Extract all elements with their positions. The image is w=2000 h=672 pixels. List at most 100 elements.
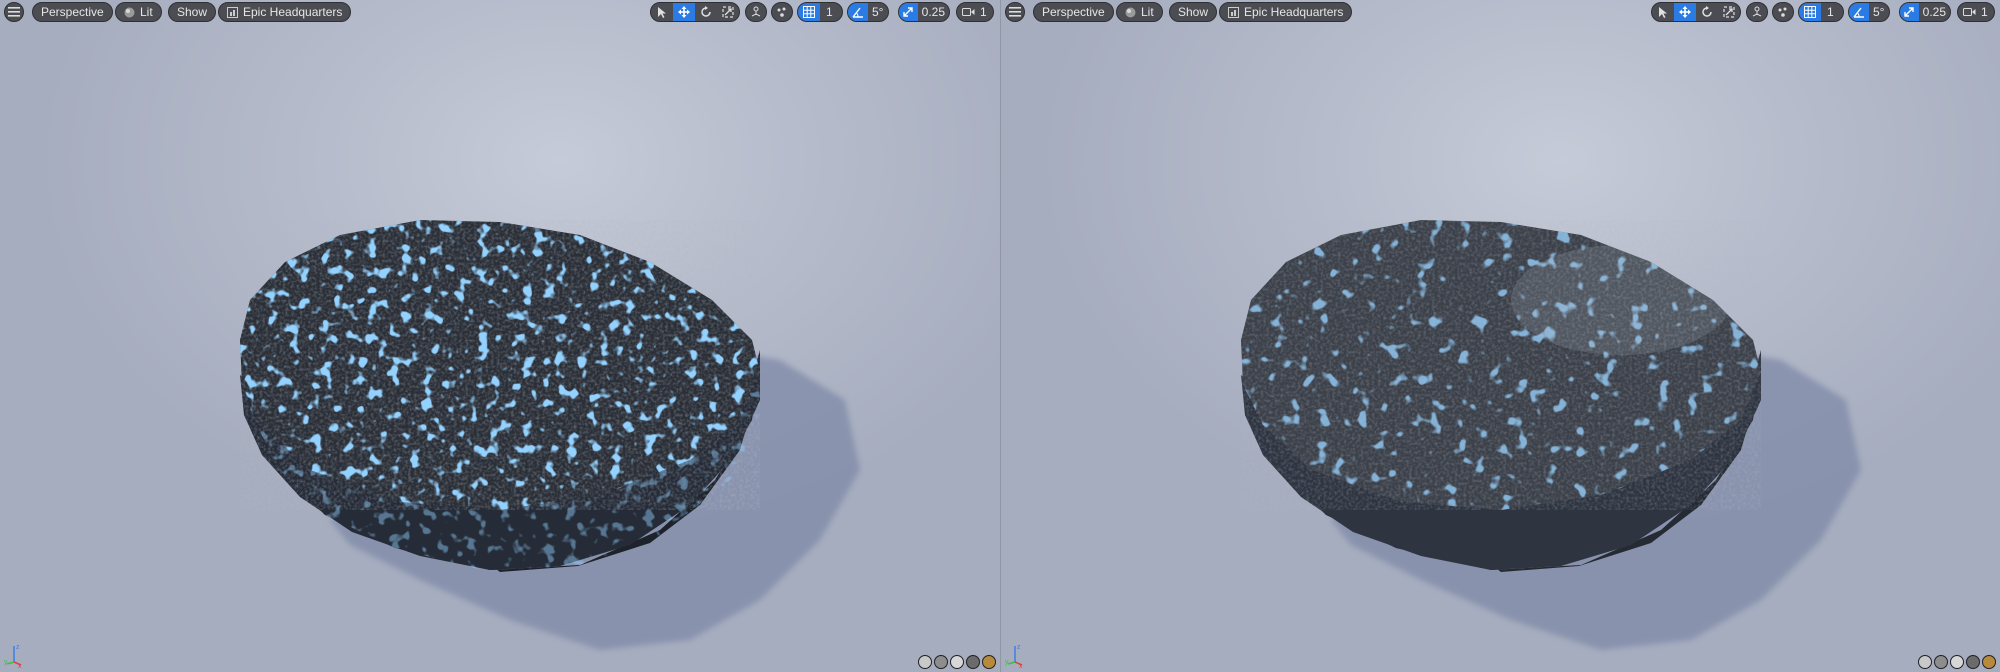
editor-viewports: Perspective Lit Show Epic Headquarters 1: [0, 0, 2000, 672]
rotate-tool-button[interactable]: [1696, 3, 1718, 21]
move-icon: [1679, 6, 1691, 18]
level-button[interactable]: Epic Headquarters: [1219, 2, 1353, 22]
viewport-menu-button[interactable]: [4, 2, 24, 22]
material-ball-icon: [950, 655, 964, 669]
scale-snap-group[interactable]: 0.25: [1899, 2, 1951, 22]
hamburger-menu-icon: [1009, 7, 1021, 17]
perspective-button[interactable]: Perspective: [32, 2, 113, 22]
realtime-indicators: [918, 655, 996, 669]
material-ball-icon: [1918, 655, 1932, 669]
grid-snap-toggle[interactable]: [1799, 3, 1821, 21]
specular-highlight: [1511, 245, 1731, 355]
axis-y-label: y: [4, 659, 8, 666]
select-icon: [1659, 6, 1667, 18]
viewport-right[interactable]: Perspective Lit Show Epic Headquarters 1: [1000, 0, 2000, 672]
camera-speed-button[interactable]: 1: [956, 2, 994, 22]
surface-snap-icon: [1778, 7, 1787, 17]
select-tool-button[interactable]: [1652, 3, 1674, 21]
transform-tools: [650, 2, 740, 22]
rotate-icon: [701, 6, 711, 17]
grid-snap-group[interactable]: 1: [797, 2, 843, 22]
grid-snap-group[interactable]: 1: [1798, 2, 1844, 22]
surface-snap-toggle[interactable]: [771, 2, 793, 22]
move-tool-button[interactable]: [1674, 3, 1696, 21]
material-ball-icon: [982, 655, 996, 669]
lit-mode-button[interactable]: Lit: [115, 2, 162, 22]
lit-mode-button[interactable]: Lit: [1116, 2, 1163, 22]
viewport-left[interactable]: Perspective Lit Show Epic Headquarters 1: [0, 0, 1000, 672]
grid-snap-toggle[interactable]: [798, 3, 820, 21]
level-icon: [1228, 6, 1239, 18]
grid-snap-icon: [803, 6, 815, 18]
show-label: Show: [1178, 5, 1209, 19]
select-tool-button[interactable]: [651, 3, 673, 21]
material-ball-icon: [918, 655, 932, 669]
scale-snap-value[interactable]: 0.25: [918, 5, 949, 19]
surface-snap-toggle[interactable]: [1772, 2, 1794, 22]
level-label: Epic Headquarters: [243, 5, 343, 19]
camera-speed-value: 1: [980, 5, 987, 19]
lit-label: Lit: [1141, 5, 1154, 19]
material-ball-icon: [1966, 655, 1980, 669]
level-button[interactable]: Epic Headquarters: [218, 2, 352, 22]
material-ball-icon: [1950, 655, 1964, 669]
lit-label: Lit: [140, 5, 153, 19]
lit-sphere-icon: [124, 7, 135, 17]
hamburger-menu-icon: [8, 7, 20, 17]
camera-speed-icon: [1963, 8, 1976, 16]
scale-snap-toggle[interactable]: [899, 3, 918, 21]
scale-snap-icon: [903, 7, 914, 17]
grid-snap-value[interactable]: 1: [820, 5, 839, 19]
camera-speed-value: 1: [1981, 5, 1988, 19]
scale-snap-group[interactable]: 0.25: [898, 2, 950, 22]
scale-tool-button[interactable]: [1718, 3, 1740, 21]
scene-render-right[interactable]: [1001, 0, 2000, 672]
scale-tool-button[interactable]: [717, 3, 739, 21]
scale-icon: [722, 6, 734, 18]
rotate-tool-button[interactable]: [695, 3, 717, 21]
show-button[interactable]: Show: [1169, 2, 1218, 22]
angle-snap-group[interactable]: 5°: [1848, 2, 1890, 22]
surface-snap-icon: [777, 7, 786, 17]
transform-tools: [1651, 2, 1741, 22]
axis-gizmo-icon: z y x: [1005, 644, 1023, 668]
material-ball-icon: [966, 655, 980, 669]
scale-snap-icon: [1904, 7, 1915, 17]
angle-snap-value[interactable]: 5°: [1869, 5, 1888, 19]
level-icon: [227, 6, 238, 18]
camera-speed-icon: [962, 8, 975, 16]
viewport-toolbar-right: Perspective Lit Show Epic Headquarters 1: [1001, 2, 2000, 22]
material-ball-icon: [1982, 655, 1996, 669]
move-icon: [678, 6, 690, 18]
world-local-toggle[interactable]: [745, 2, 767, 22]
axis-gizmo-icon: z y x: [4, 644, 22, 668]
rotate-icon: [1702, 6, 1712, 17]
world-local-icon: [1752, 6, 1762, 17]
angle-snap-value[interactable]: 5°: [868, 5, 887, 19]
scale-snap-value[interactable]: 0.25: [1919, 5, 1950, 19]
level-label: Epic Headquarters: [1244, 5, 1344, 19]
select-icon: [658, 6, 666, 18]
viewport-menu-button[interactable]: [1005, 2, 1025, 22]
angle-snap-group[interactable]: 5°: [847, 2, 889, 22]
axis-x-label: x: [1019, 663, 1023, 668]
perspective-button[interactable]: Perspective: [1033, 2, 1114, 22]
realtime-indicators: [1918, 655, 1996, 669]
axis-z-label: z: [16, 644, 20, 651]
world-local-icon: [751, 6, 761, 17]
axis-x-label: x: [18, 663, 22, 668]
show-button[interactable]: Show: [168, 2, 217, 22]
scene-render-left[interactable]: [0, 0, 1000, 672]
angle-snap-toggle[interactable]: [848, 3, 868, 21]
material-ball-icon: [1934, 655, 1948, 669]
scale-snap-toggle[interactable]: [1900, 3, 1919, 21]
move-tool-button[interactable]: [673, 3, 695, 21]
angle-snap-icon: [1853, 7, 1864, 18]
grid-snap-icon: [1804, 6, 1816, 18]
camera-speed-button[interactable]: 1: [1957, 2, 1995, 22]
grid-snap-value[interactable]: 1: [1821, 5, 1840, 19]
lit-sphere-icon: [1125, 7, 1136, 17]
world-local-toggle[interactable]: [1746, 2, 1768, 22]
angle-snap-toggle[interactable]: [1849, 3, 1869, 21]
viewport-toolbar-left: Perspective Lit Show Epic Headquarters 1: [0, 2, 1000, 22]
